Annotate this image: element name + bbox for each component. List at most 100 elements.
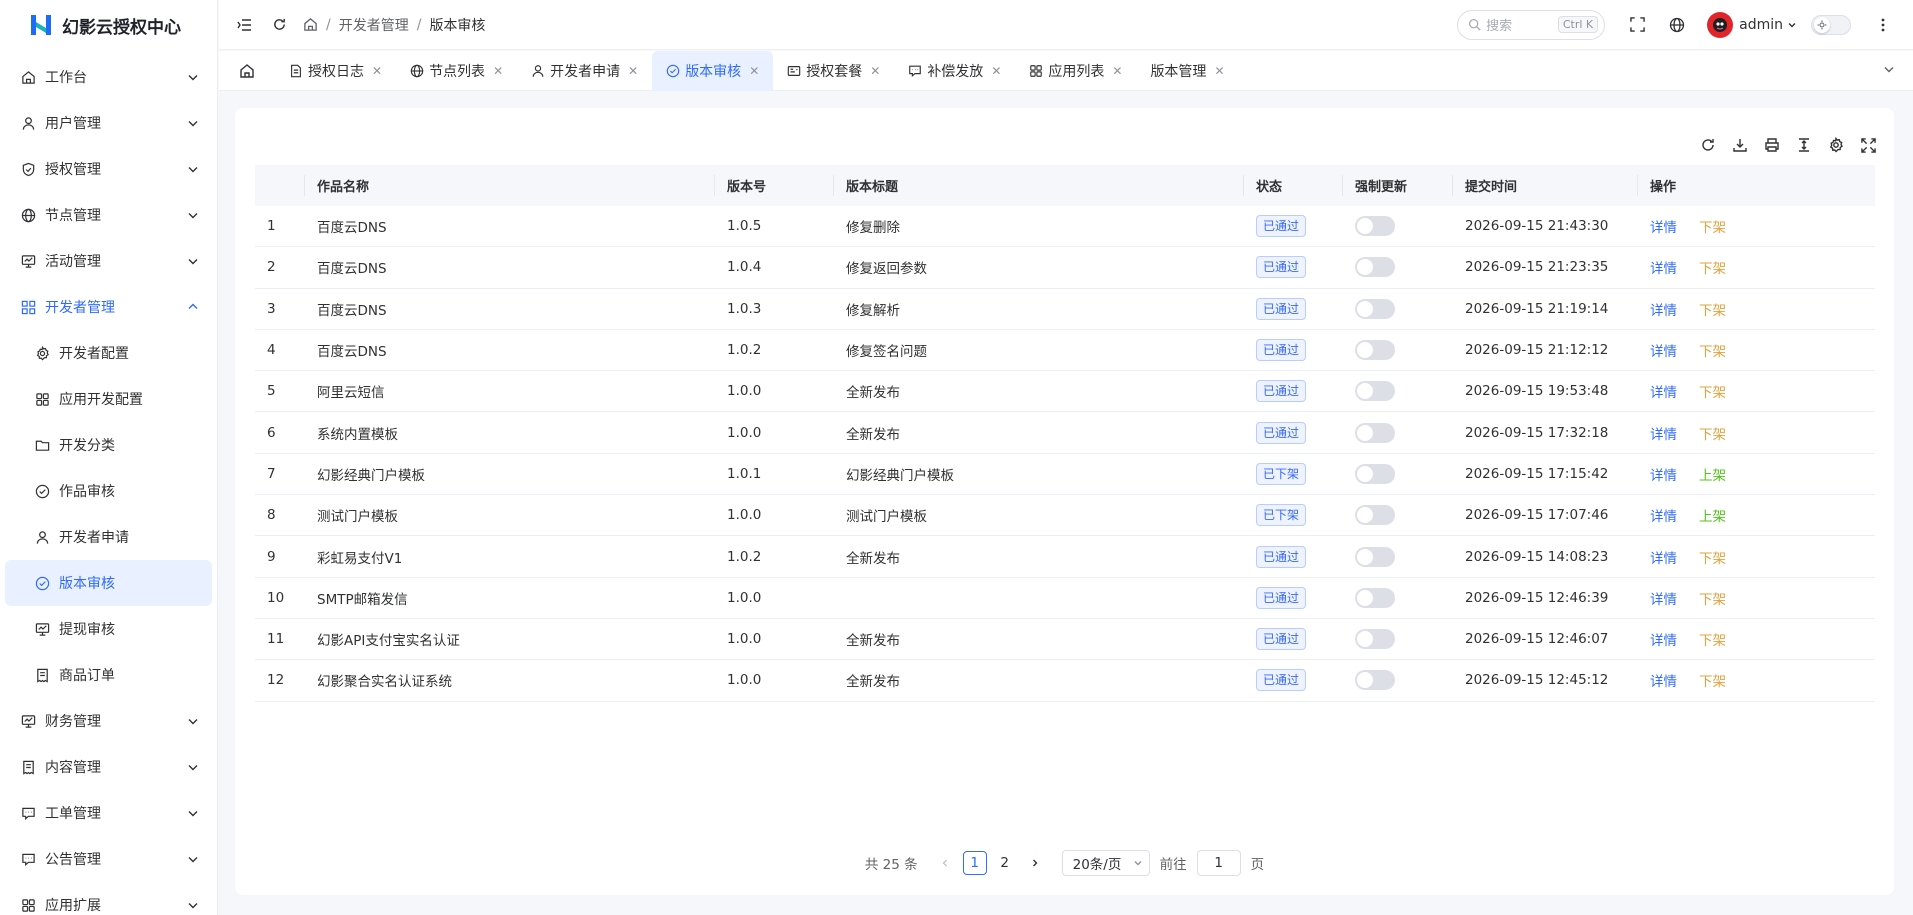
refresh-table-button[interactable] [1692, 134, 1724, 156]
tab-4[interactable]: 授权套餐 ✕ [773, 51, 894, 91]
detail-link[interactable]: 详情 [1650, 299, 1677, 319]
force-update-switch[interactable] [1355, 670, 1395, 691]
close-tab-icon[interactable]: ✕ [1112, 64, 1122, 78]
detail-link[interactable]: 详情 [1650, 464, 1677, 484]
toggle-publish-link[interactable]: 下架 [1699, 547, 1726, 567]
sidebar-item-0[interactable]: 工作台 [0, 54, 217, 100]
toggle-publish-link[interactable]: 上架 [1699, 505, 1726, 525]
close-tab-icon[interactable]: ✕ [870, 64, 880, 78]
close-tab-icon[interactable]: ✕ [749, 64, 759, 78]
sidebar-item-5[interactable]: 开发者管理 [0, 284, 217, 330]
detail-link[interactable]: 详情 [1650, 505, 1677, 525]
tab-2[interactable]: 开发者申请 ✕ [517, 51, 652, 91]
detail-link[interactable]: 详情 [1650, 216, 1677, 236]
goto-page-input[interactable] [1196, 850, 1241, 876]
home-icon[interactable] [303, 17, 318, 32]
detail-link[interactable]: 详情 [1650, 670, 1677, 690]
table-row[interactable]: 4 百度云DNS 1.0.2 修复签名问题 已通过 2026-09-15 21:12:12… [255, 330, 1875, 372]
sidebar-subitem-3[interactable]: 作品审核 [0, 468, 217, 514]
table-row[interactable]: 11 幻影API支付宝实名认证 1.0.0 全新发布 已通过 2026-09-15 12:… [255, 619, 1875, 661]
brand[interactable]: 幻影云授权中心 [0, 0, 217, 50]
close-tab-icon[interactable]: ✕ [628, 64, 638, 78]
detail-link[interactable]: 详情 [1650, 629, 1677, 649]
force-update-switch[interactable] [1355, 257, 1395, 278]
force-update-switch[interactable] [1355, 216, 1395, 237]
force-update-switch[interactable] [1355, 505, 1395, 526]
sidebar-subitem-6[interactable]: 提现审核 [0, 606, 217, 652]
sidebar-subitem-5[interactable]: 版本审核 [5, 560, 212, 606]
table-row[interactable]: 1 百度云DNS 1.0.5 修复删除 已通过 2026-09-15 21:43:30 详情… [255, 206, 1875, 248]
global-search[interactable]: 搜索 Ctrl K [1457, 9, 1606, 40]
user-menu[interactable]: admin [1707, 11, 1797, 38]
sidebar-item-4[interactable]: 活动管理 [0, 238, 217, 284]
tab-3[interactable]: 版本审核 ✕ [652, 50, 774, 91]
page-button-1[interactable]: 1 [962, 851, 987, 875]
tab-home[interactable] [219, 51, 275, 91]
force-update-switch[interactable] [1355, 381, 1395, 402]
page-size-select[interactable]: 20条/页 [1061, 850, 1150, 876]
force-update-switch[interactable] [1355, 298, 1395, 319]
toggle-publish-link[interactable]: 上架 [1699, 464, 1726, 484]
export-button[interactable] [1724, 134, 1756, 156]
table-row[interactable]: 5 阿里云短信 1.0.0 全新发布 已通过 2026-09-15 19:53:48 详情 下… [255, 371, 1875, 413]
detail-link[interactable]: 详情 [1650, 547, 1677, 567]
toggle-publish-link[interactable]: 下架 [1699, 670, 1726, 690]
sidebar-item-1[interactable]: 用户管理 [0, 100, 217, 146]
tab-0[interactable]: 授权日志 ✕ [275, 51, 396, 91]
table-row[interactable]: 12 幻影聚合实名认证系统 1.0.0 全新发布 已通过 2026-09-15 12:45… [255, 660, 1875, 702]
close-tab-icon[interactable]: ✕ [493, 64, 503, 78]
sidebar-item-after-1[interactable]: 内容管理 [0, 744, 217, 790]
print-button[interactable] [1756, 134, 1788, 156]
force-update-switch[interactable] [1355, 463, 1395, 484]
table-row[interactable]: 10 SMTP邮箱发信 1.0.0 已通过 2026-09-15 12:46:39 详情 下… [255, 578, 1875, 619]
sidebar-item-after-0[interactable]: 财务管理 [0, 698, 217, 744]
table-row[interactable]: 8 测试门户模板 1.0.0 测试门户模板 已下架 2026-09-15 17:07:46… [255, 495, 1875, 537]
tabs-dropdown-button[interactable] [1883, 63, 1899, 79]
column-settings-button[interactable] [1820, 134, 1852, 156]
sidebar-subitem-4[interactable]: 开发者申请 [0, 514, 217, 560]
force-update-switch[interactable] [1355, 340, 1395, 361]
force-update-switch[interactable] [1355, 546, 1395, 567]
sidebar-subitem-1[interactable]: 应用开发配置 [0, 376, 217, 422]
tab-7[interactable]: 版本管理 ✕ [1136, 51, 1238, 91]
sidebar-item-3[interactable]: 节点管理 [0, 192, 217, 238]
density-button[interactable] [1788, 134, 1820, 156]
theme-toggle[interactable] [1811, 14, 1851, 35]
table-row[interactable]: 9 彩虹易支付V1 1.0.2 全新发布 已通过 2026-09-15 14:08:23 详… [255, 536, 1875, 578]
sidebar-item-after-4[interactable]: 应用扩展 [0, 882, 217, 915]
language-button[interactable] [1661, 9, 1693, 41]
close-tab-icon[interactable]: ✕ [991, 64, 1001, 78]
toggle-publish-link[interactable]: 下架 [1699, 381, 1726, 401]
sidebar-subitem-7[interactable]: 商品订单 [0, 652, 217, 698]
toggle-publish-link[interactable]: 下架 [1699, 340, 1726, 360]
detail-link[interactable]: 详情 [1650, 423, 1677, 443]
sidebar-subitem-0[interactable]: 开发者配置 [0, 330, 217, 376]
page-button-2[interactable]: 2 [993, 851, 1017, 875]
next-page-button[interactable] [1023, 851, 1047, 875]
table-fullscreen-button[interactable] [1852, 134, 1884, 156]
detail-link[interactable]: 详情 [1650, 588, 1677, 608]
toggle-publish-link[interactable]: 下架 [1699, 216, 1726, 236]
sidebar-item-2[interactable]: 授权管理 [0, 146, 217, 192]
toggle-publish-link[interactable]: 下架 [1699, 423, 1726, 443]
refresh-button[interactable] [265, 11, 293, 39]
toggle-publish-link[interactable]: 下架 [1699, 629, 1726, 649]
sidebar-subitem-2[interactable]: 开发分类 [0, 422, 217, 468]
table-body[interactable]: 1 百度云DNS 1.0.5 修复删除 已通过 2026-09-15 21:43:30 详情… [255, 206, 1875, 702]
table-row[interactable]: 2 百度云DNS 1.0.4 修复返回参数 已通过 2026-09-15 21:23:35… [255, 247, 1875, 289]
breadcrumb-level1[interactable]: 开发者管理 [339, 15, 409, 35]
force-update-switch[interactable] [1355, 629, 1395, 650]
more-button[interactable] [1867, 9, 1899, 41]
sidebar-item-after-2[interactable]: 工单管理 [0, 790, 217, 836]
table-row[interactable]: 6 系统内置模板 1.0.0 全新发布 已通过 2026-09-15 17:32:18 详情… [255, 412, 1875, 454]
sidebar-item-after-3[interactable]: 公告管理 [0, 836, 217, 882]
toggle-publish-link[interactable]: 下架 [1699, 299, 1726, 319]
detail-link[interactable]: 详情 [1650, 381, 1677, 401]
table-row[interactable]: 3 百度云DNS 1.0.3 修复解析 已通过 2026-09-15 21:19:14 详情… [255, 289, 1875, 330]
tab-1[interactable]: 节点列表 ✕ [396, 51, 517, 91]
close-tab-icon[interactable]: ✕ [372, 64, 382, 78]
collapse-sidebar-button[interactable] [231, 11, 259, 39]
toggle-publish-link[interactable]: 下架 [1699, 588, 1726, 608]
tab-6[interactable]: 应用列表 ✕ [1015, 51, 1136, 91]
tab-5[interactable]: 补偿发放 ✕ [894, 51, 1015, 91]
